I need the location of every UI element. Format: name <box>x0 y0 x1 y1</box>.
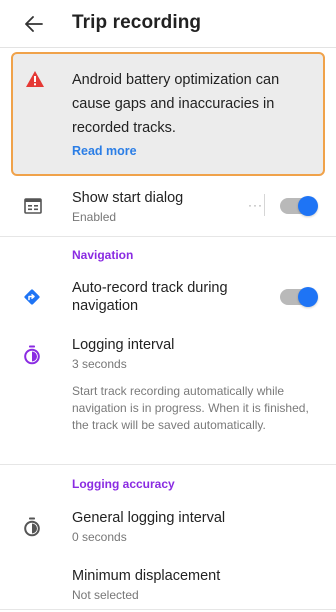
auto-record-title: Auto-record track during navigation <box>72 280 228 314</box>
general-logging-interval-value: 0 seconds <box>72 530 127 544</box>
general-logging-interval-title: General logging interval <box>72 510 226 526</box>
show-start-dialog-title: Show start dialog <box>72 190 184 206</box>
toggle-knob <box>298 196 318 216</box>
minimum-displacement-value: Not selected <box>72 588 139 602</box>
back-button[interactable] <box>20 10 48 38</box>
app-bar: Trip recording <box>0 0 336 48</box>
show-start-dialog-status: Enabled <box>72 210 117 224</box>
general-logging-interval-row[interactable]: General logging interval 0 seconds <box>0 502 336 552</box>
divider <box>0 236 336 237</box>
dialog-icon <box>22 196 44 216</box>
navigation-arrow-icon <box>22 287 42 307</box>
show-start-dialog-toggle[interactable] <box>280 196 318 216</box>
more-dots-icon[interactable]: ··· <box>248 198 263 212</box>
warning-triangle-icon <box>26 71 44 87</box>
minimum-displacement-row[interactable]: Minimum displacement Not selected <box>0 560 336 608</box>
page-title: Trip recording <box>72 12 202 33</box>
toggle-knob <box>298 287 318 307</box>
logging-interval-row[interactable]: Logging interval 3 seconds <box>0 328 336 378</box>
warning-text: Android battery optimization can cause g… <box>72 72 280 136</box>
battery-warning-card: Android battery optimization can cause g… <box>11 52 325 176</box>
divider <box>0 609 336 610</box>
arrow-back-icon <box>25 16 43 32</box>
logging-interval-title: Logging interval <box>72 337 175 353</box>
logging-interval-description: Start track recording automatically whil… <box>72 384 309 432</box>
timer-icon <box>22 516 42 538</box>
divider <box>0 464 336 465</box>
auto-record-toggle[interactable] <box>280 287 318 307</box>
section-header-logging-accuracy: Logging accuracy <box>72 477 175 491</box>
minimum-displacement-title: Minimum displacement <box>72 568 221 584</box>
read-more-link[interactable]: Read more <box>72 144 137 158</box>
vertical-divider <box>264 194 265 216</box>
logging-interval-value: 3 seconds <box>72 357 127 371</box>
section-header-navigation: Navigation <box>72 248 134 262</box>
timer-icon <box>22 344 42 366</box>
